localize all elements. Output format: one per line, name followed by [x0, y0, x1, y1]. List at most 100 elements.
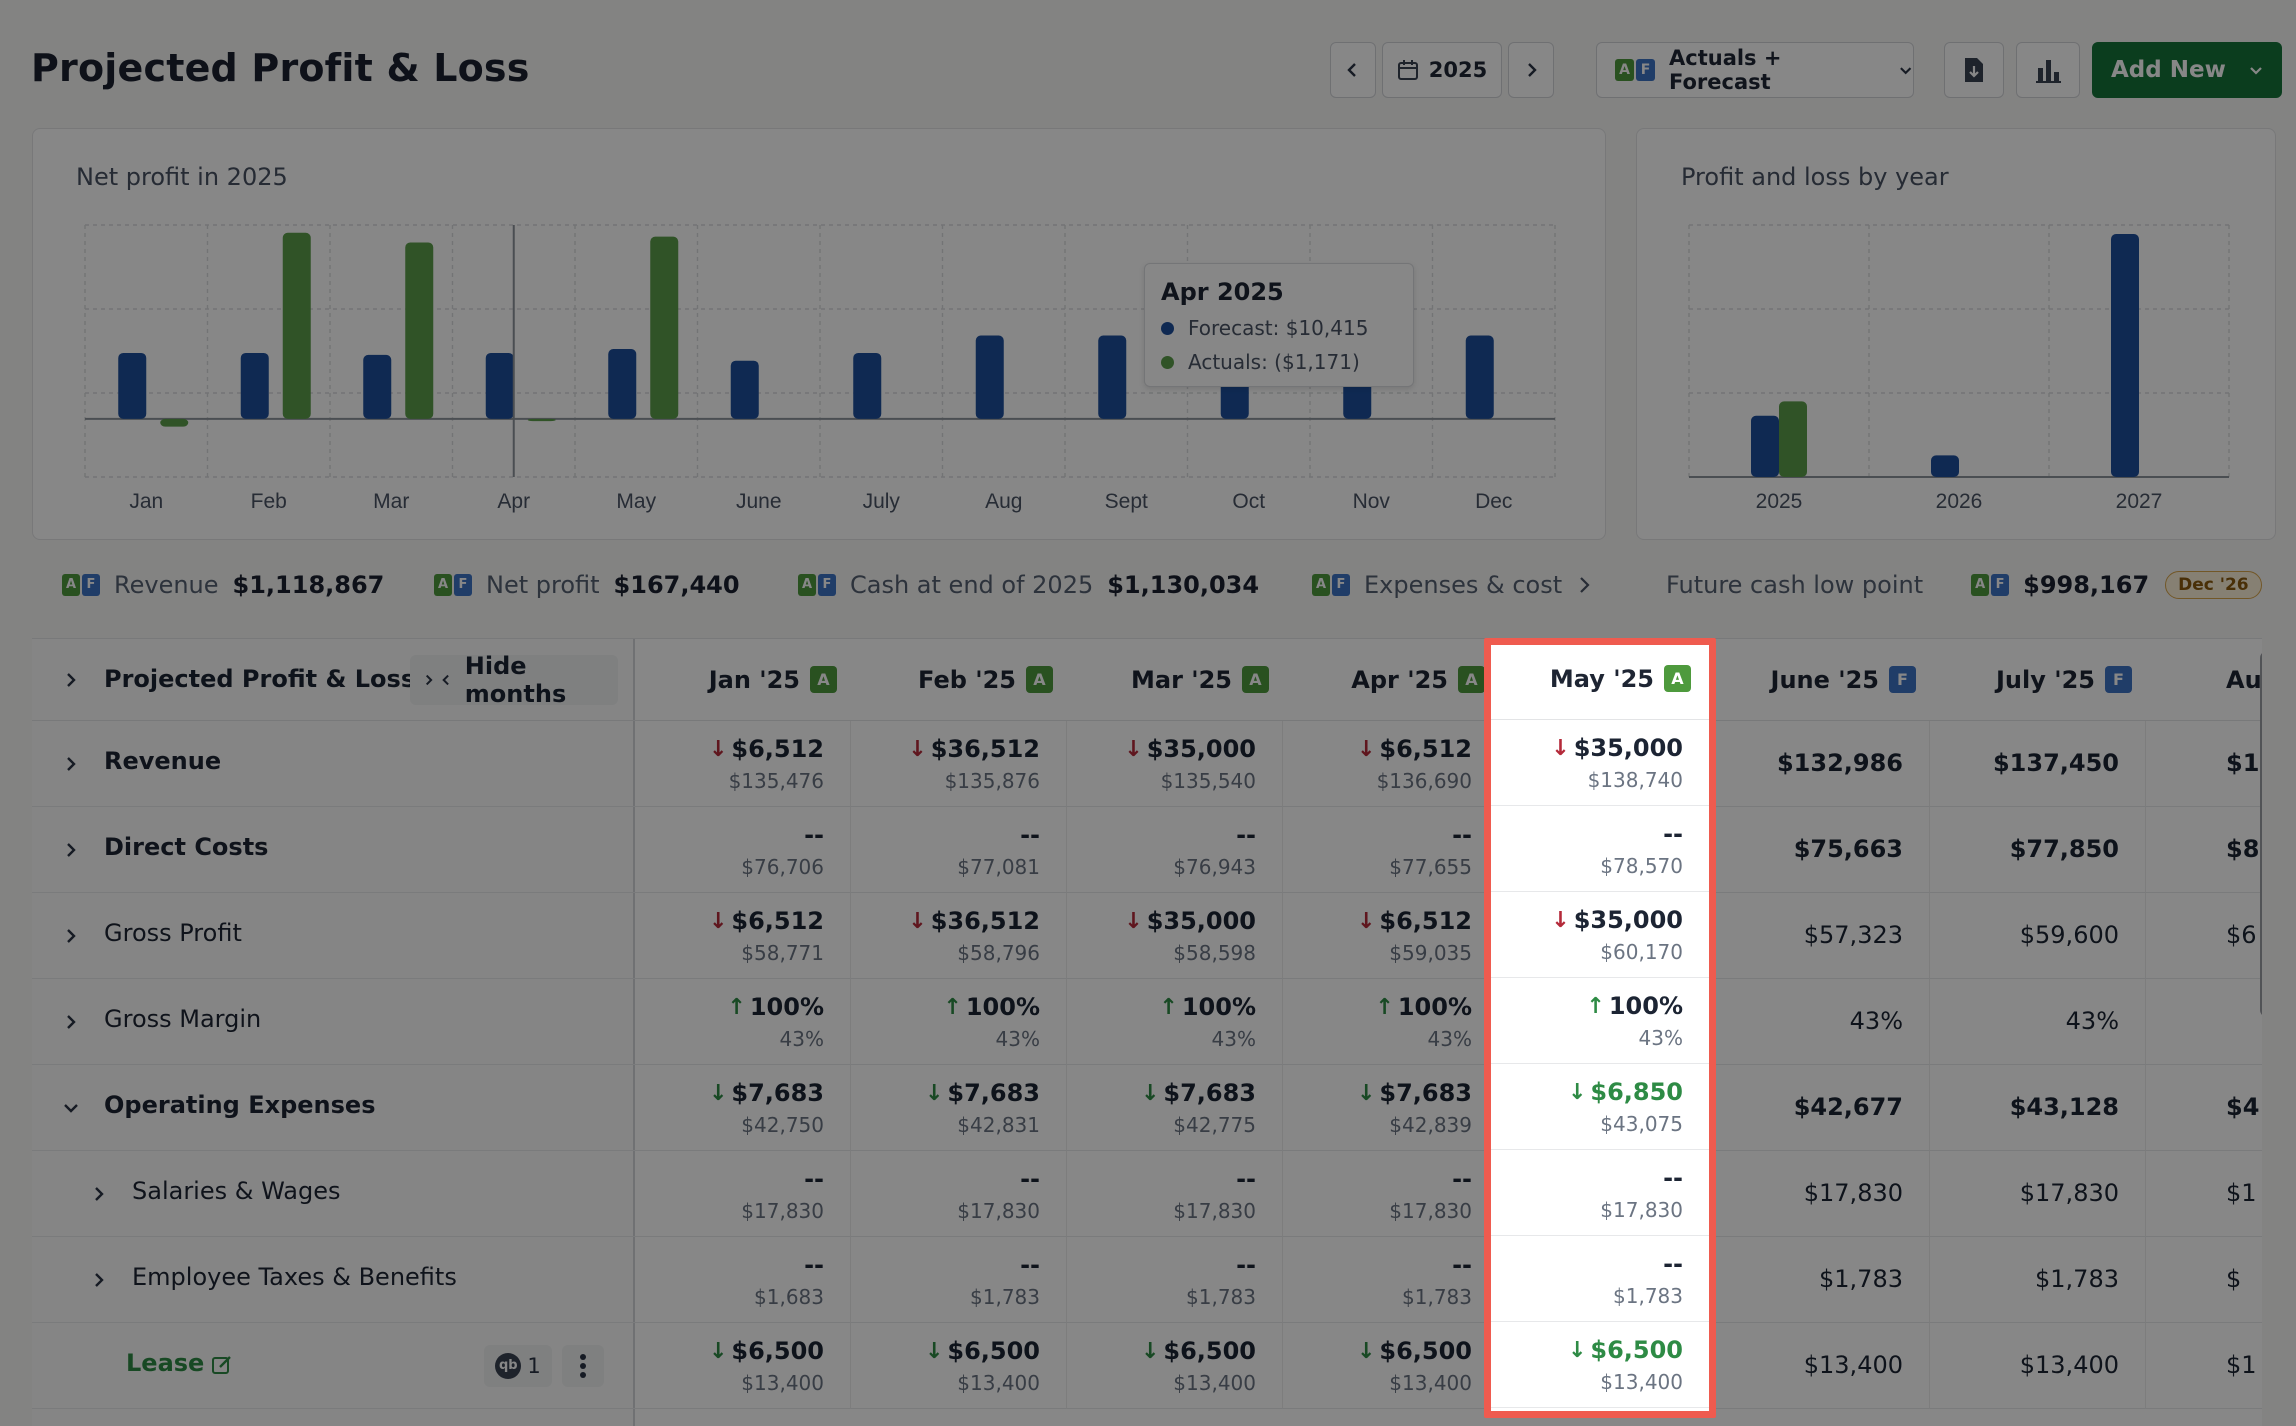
cell-jan-25[interactable]: -- $1,683 — [635, 1237, 851, 1323]
column-header-apr-25[interactable]: Apr '25 A — [1283, 639, 1499, 721]
cell-may-25[interactable]: -- $17,830 — [1491, 1150, 1709, 1236]
cell-feb-25[interactable]: ↓ $36,512 $58,796 — [851, 893, 1067, 979]
bar-forecast-2025[interactable] — [1751, 415, 1779, 477]
cell-may-25[interactable]: -- $78,570 — [1491, 806, 1709, 892]
year-picker-button[interactable]: 2025 — [1382, 42, 1502, 98]
cell-aug[interactable]: $1 — [2146, 1151, 2262, 1237]
cell-june-25[interactable]: $13,400 — [1714, 1323, 1930, 1409]
row-gross-profit[interactable]: Gross Profit — [32, 893, 635, 979]
cell-jan-25[interactable]: -- $76,706 — [635, 807, 851, 893]
bar-forecast-sept[interactable] — [1098, 335, 1127, 419]
kpi-expenses[interactable]: AF Expenses & cost — [1312, 565, 1592, 605]
cell-jan-25[interactable]: ↓ $6,512 $58,771 — [635, 893, 851, 979]
cell-jan-25[interactable]: ↑ 100% 43% — [635, 979, 851, 1065]
cell-jan-25[interactable]: ↓ $6,500 $13,400 — [635, 1323, 851, 1409]
bar-forecast-feb[interactable] — [240, 352, 269, 419]
cell-june-25[interactable]: $75,663 — [1714, 807, 1930, 893]
chevron-right-icon[interactable] — [58, 1009, 84, 1035]
cell-apr-25[interactable]: ↓ $6,500 $13,400 — [1283, 1323, 1499, 1409]
cell-mar-25[interactable]: ↓ $7,683 $42,775 — [1067, 1065, 1283, 1151]
edit-icon[interactable] — [210, 1353, 234, 1377]
chevron-right-icon[interactable] — [86, 1181, 112, 1207]
cell-feb-25[interactable]: -- $77,081 — [851, 807, 1067, 893]
cell-mar-25[interactable]: -- $1,783 — [1067, 1237, 1283, 1323]
bar-actuals-may[interactable] — [650, 236, 679, 419]
row-operating-expenses[interactable]: Operating Expenses — [32, 1065, 635, 1151]
bar-forecast-mar[interactable] — [363, 354, 392, 419]
chevron-down-icon[interactable] — [58, 1095, 84, 1121]
cell-feb-25[interactable]: -- $17,830 — [851, 1151, 1067, 1237]
cell-jan-25[interactable]: ↓ $7,683 $42,750 — [635, 1065, 851, 1151]
cell-july-25[interactable]: $43,128 — [1930, 1065, 2146, 1151]
bar-actuals-2025[interactable] — [1779, 401, 1807, 477]
cell-apr-25[interactable]: ↓ $6,512 $59,035 — [1283, 893, 1499, 979]
kpi-cash-low[interactable]: Future cash low point AF $998,167 Dec '2… — [1666, 565, 2262, 605]
mode-dropdown[interactable]: AF Actuals + Forecast — [1596, 42, 1914, 98]
cell-may-25[interactable]: -- $1,783 — [1491, 1236, 1709, 1322]
cell-aug[interactable] — [2146, 979, 2262, 1065]
bar-forecast-may[interactable] — [608, 349, 637, 419]
add-new-button[interactable]: Add New — [2092, 42, 2282, 98]
export-pdf-button[interactable] — [1944, 42, 2004, 98]
bar-forecast-jan[interactable] — [118, 352, 147, 419]
cell-july-25[interactable]: $17,830 — [1930, 1151, 2146, 1237]
row-employee-taxes-benefits[interactable]: Employee Taxes & Benefits — [32, 1237, 635, 1323]
cell-jan-25[interactable]: -- $17,830 — [635, 1151, 851, 1237]
cell-may-25[interactable]: ↓ $6,500 $13,400 — [1491, 1322, 1709, 1408]
next-year-button[interactable] — [1508, 42, 1554, 98]
cell-apr-25[interactable]: ↓ $7,683 $42,839 — [1283, 1065, 1499, 1151]
cell-mar-25[interactable]: -- $17,830 — [1067, 1151, 1283, 1237]
cell-june-25[interactable]: $132,986 — [1714, 721, 1930, 807]
bar-forecast-apr[interactable] — [485, 352, 514, 419]
cell-feb-25[interactable]: -- $1,783 — [851, 1237, 1067, 1323]
cell-jan-25[interactable]: ↓ $6,512 $135,476 — [635, 721, 851, 807]
cell-may-25[interactable]: ↓ $35,000 $138,740 — [1491, 720, 1709, 806]
chevron-right-icon[interactable] — [58, 923, 84, 949]
column-header-mar-25[interactable]: Mar '25 A — [1067, 639, 1283, 721]
kpi-revenue[interactable]: AF Revenue $1,118,867 — [62, 565, 384, 605]
column-header-may-25[interactable]: May '25 A — [1491, 645, 1709, 720]
cell-apr-25[interactable]: -- $1,783 — [1283, 1237, 1499, 1323]
hide-months-button[interactable]: Hide months — [410, 652, 618, 708]
row-salaries-wages[interactable]: Salaries & Wages — [32, 1151, 635, 1237]
column-header-jan-25[interactable]: Jan '25 A — [635, 639, 851, 721]
cell-feb-25[interactable]: ↑ 100% 43% — [851, 979, 1067, 1065]
cell-aug[interactable]: $4 — [2146, 1065, 2262, 1151]
cell-apr-25[interactable]: -- $77,655 — [1283, 807, 1499, 893]
chevron-right-icon[interactable] — [58, 667, 84, 693]
cell-july-25[interactable]: $77,850 — [1930, 807, 2146, 893]
bar-forecast-june[interactable] — [730, 360, 759, 419]
chart-view-button[interactable] — [2016, 42, 2080, 98]
cell-may-25[interactable]: ↑ 100% 43% — [1491, 978, 1709, 1064]
more-options-icon[interactable] — [562, 1345, 604, 1387]
bar-actuals-feb[interactable] — [282, 232, 311, 419]
cell-june-25[interactable]: $17,830 — [1714, 1151, 1930, 1237]
bar-forecast-aug[interactable] — [975, 335, 1004, 419]
kpi-net-profit[interactable]: AF Net profit $167,440 — [434, 565, 740, 605]
cell-apr-25[interactable]: ↓ $6,512 $136,690 — [1283, 721, 1499, 807]
bar-actuals-mar[interactable] — [405, 242, 434, 419]
kpi-cash-end[interactable]: AF Cash at end of 2025 $1,130,034 — [798, 565, 1259, 605]
bar-actuals-jan[interactable] — [160, 418, 189, 427]
cell-may-25[interactable]: ↓ $6,850 $43,075 — [1491, 1064, 1709, 1150]
cell-june-25[interactable]: $57,323 — [1714, 893, 1930, 979]
quickbooks-link-badge[interactable]: qb 1 — [484, 1345, 552, 1387]
bar-forecast-2026[interactable] — [1931, 455, 1959, 477]
column-header-july-25[interactable]: July '25 F — [1930, 639, 2146, 721]
chevron-right-icon[interactable] — [86, 1267, 112, 1293]
cell-july-25[interactable]: $13,400 — [1930, 1323, 2146, 1409]
cell-aug[interactable]: $8 — [2146, 807, 2262, 893]
cell-mar-25[interactable]: ↑ 100% 43% — [1067, 979, 1283, 1065]
column-header-june-25[interactable]: June '25 F — [1714, 639, 1930, 721]
cell-may-25[interactable]: ↓ $35,000 $60,170 — [1491, 892, 1709, 978]
cell-july-25[interactable]: 43% — [1930, 979, 2146, 1065]
cell-feb-25[interactable]: ↓ $6,500 $13,400 — [851, 1323, 1067, 1409]
cell-june-25[interactable]: $1,783 — [1714, 1237, 1930, 1323]
bar-forecast-july[interactable] — [853, 352, 882, 419]
cell-apr-25[interactable]: ↑ 100% 43% — [1283, 979, 1499, 1065]
column-header-aug[interactable]: Aug — [2146, 639, 2262, 721]
cell-feb-25[interactable]: ↓ $7,683 $42,831 — [851, 1065, 1067, 1151]
cell-feb-25[interactable]: ↓ $36,512 $135,876 — [851, 721, 1067, 807]
cell-mar-25[interactable]: -- $76,943 — [1067, 807, 1283, 893]
row-lease[interactable]: Lease qb 1 — [32, 1323, 635, 1409]
